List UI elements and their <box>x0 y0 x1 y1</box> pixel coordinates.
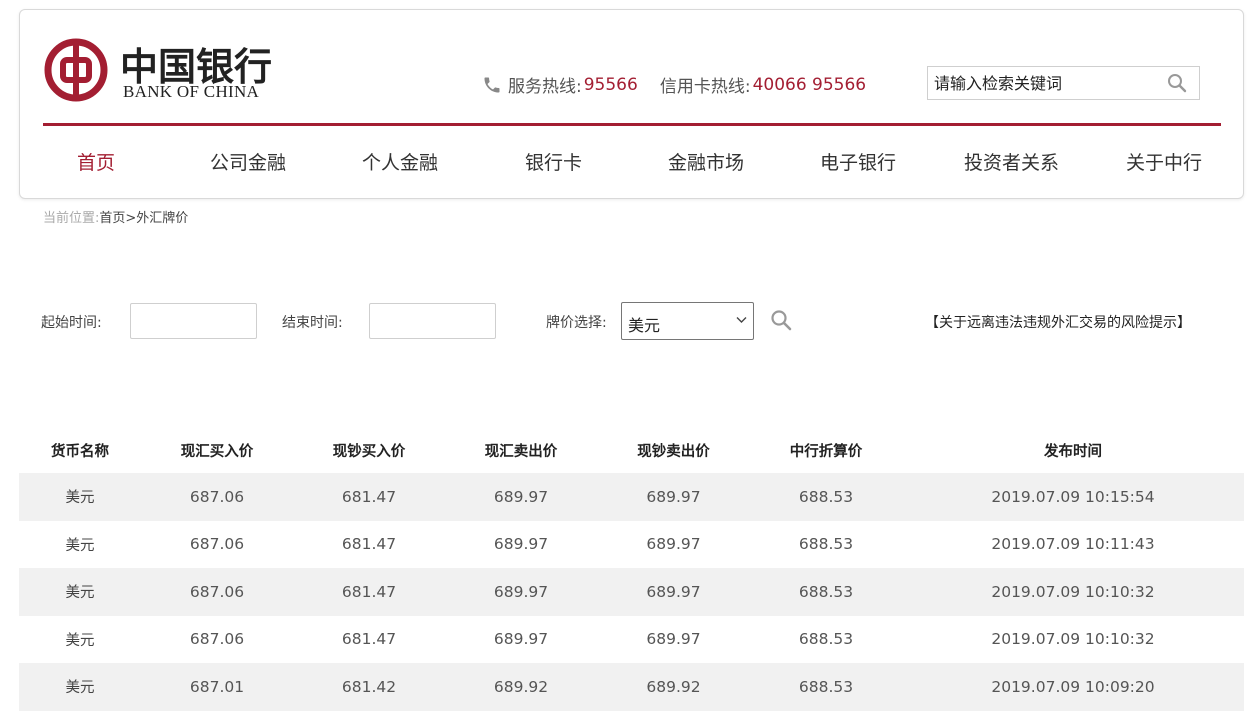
header-cash-buy: 现钞买入价 <box>332 444 406 460</box>
card-hotline-number: 40066 95566 <box>752 74 867 95</box>
cell-cash-sell: 689.97 <box>597 473 750 521</box>
cell-publish-time: 2019.07.09 10:09:20 <box>902 663 1244 711</box>
search-input[interactable] <box>928 67 1170 99</box>
cell-cash-sell: 689.97 <box>597 568 750 616</box>
cell-cash-buy: 681.42 <box>293 663 445 711</box>
cell-cash-sell: 689.97 <box>646 630 701 649</box>
cell-boc-rate: 688.53 <box>750 663 902 711</box>
cell-spot-sell: 689.97 <box>493 630 549 649</box>
cell-boc-rate: 688.53 <box>798 535 854 554</box>
cell-spot-buy: 687.06 <box>141 568 293 616</box>
cell-publish-time: 2019.07.09 10:10:32 <box>902 568 1244 616</box>
site-search <box>927 66 1200 100</box>
table-row: 美元 687.06 681.47 689.97 689.97 688.53 20… <box>19 568 1244 616</box>
nav-item-investor-relations[interactable]: 投资者关系 <box>964 148 1059 175</box>
main-nav: 首页 公司金融 个人金融 银行卡 金融市场 电子银行 投资者关系 关于中行 <box>20 148 1243 178</box>
search-icon[interactable] <box>1167 73 1187 93</box>
cell-currency: 美元 <box>65 537 95 554</box>
cell-spot-sell: 689.97 <box>445 473 597 521</box>
table-header-row: 货币名称 现汇买入价 现钞买入价 现汇卖出价 现钞卖出价 中行折算价 发布时间 <box>19 428 1244 473</box>
cell-publish-time: 2019.07.09 10:15:54 <box>902 473 1244 521</box>
cell-boc-rate: 688.53 <box>750 473 902 521</box>
breadcrumb-path[interactable]: 首页>外汇牌价 <box>99 211 188 226</box>
nav-item-bank-cards[interactable]: 银行卡 <box>525 148 582 175</box>
cell-publish-time: 2019.07.09 10:11:43 <box>991 535 1155 554</box>
exchange-rate-table: 货币名称 现汇买入价 现钞买入价 现汇卖出价 现钞卖出价 中行折算价 发布时间 … <box>19 428 1244 711</box>
header-boc-rate: 中行折算价 <box>789 444 863 460</box>
nav-item-financial-markets[interactable]: 金融市场 <box>668 148 744 175</box>
currency-select-label: 牌价选择: <box>546 315 607 331</box>
nav-item-e-banking[interactable]: 电子银行 <box>820 148 896 175</box>
breadcrumb: 当前位置:首页>外汇牌价 <box>43 207 188 226</box>
cell-cash-buy: 681.47 <box>341 535 397 554</box>
service-hotline-label: 服务热线: <box>508 77 582 97</box>
currency-select[interactable]: 美元 <box>621 302 754 340</box>
chevron-down-icon <box>736 317 747 323</box>
nav-item-home[interactable]: 首页 <box>77 148 115 175</box>
query-search-icon[interactable] <box>770 309 792 331</box>
start-time-label: 起始时间: <box>41 315 102 331</box>
phone-icon <box>484 77 500 92</box>
cell-currency: 美元 <box>65 632 95 649</box>
bank-logo[interactable]: 中国银行 BANK OF CHINA <box>44 38 284 102</box>
site-header: 中国银行 BANK OF CHINA 服务热线: 95566 信用卡热线: 40… <box>19 9 1244 199</box>
cell-currency: 美元 <box>19 473 141 521</box>
cell-boc-rate: 688.53 <box>750 568 902 616</box>
table-row: 美元 687.06 681.47 689.97 689.97 688.53 20… <box>19 473 1244 521</box>
header-divider <box>43 123 1221 126</box>
header-spot-sell: 现汇卖出价 <box>484 444 558 460</box>
cell-spot-sell: 689.92 <box>445 663 597 711</box>
cell-spot-sell: 689.97 <box>445 568 597 616</box>
cell-cash-sell: 689.97 <box>646 535 701 554</box>
cell-currency: 美元 <box>19 568 141 616</box>
currency-select-value: 美元 <box>628 316 661 335</box>
hotlines: 服务热线: 95566 信用卡热线: 40066 95566 <box>482 72 866 97</box>
cell-spot-buy: 687.06 <box>189 630 245 649</box>
cell-spot-buy: 687.01 <box>141 663 293 711</box>
card-hotline-label: 信用卡热线: <box>659 77 751 97</box>
cell-cash-buy: 681.47 <box>341 630 397 649</box>
nav-item-corporate-banking[interactable]: 公司金融 <box>210 148 286 175</box>
start-time-input[interactable] <box>130 303 257 339</box>
risk-notice-link[interactable]: 【关于远离违法违规外汇交易的风险提示】 <box>925 312 1191 332</box>
table-row: 美元 687.06 681.47 689.97 689.97 688.53 20… <box>19 616 1244 664</box>
header-spot-buy: 现汇买入价 <box>180 444 254 460</box>
table-row: 美元 687.01 681.42 689.92 689.92 688.53 20… <box>19 663 1244 711</box>
cell-spot-sell: 689.97 <box>493 535 549 554</box>
header-publish-time: 发布时间 <box>1044 444 1102 460</box>
cell-boc-rate: 688.53 <box>798 630 854 649</box>
cell-publish-time: 2019.07.09 10:10:32 <box>991 630 1155 649</box>
cell-spot-buy: 687.06 <box>141 473 293 521</box>
bank-of-china-emblem-icon <box>44 38 108 102</box>
cell-cash-buy: 681.47 <box>293 473 445 521</box>
logo-english-name: BANK OF CHINA <box>123 82 260 101</box>
nav-item-about-boc[interactable]: 关于中行 <box>1126 148 1202 175</box>
cell-spot-buy: 687.06 <box>189 535 245 554</box>
end-time-label: 结束时间: <box>282 315 343 331</box>
cell-currency: 美元 <box>19 663 141 711</box>
table-row: 美元 687.06 681.47 689.97 689.97 688.53 20… <box>19 521 1244 569</box>
end-time-input[interactable] <box>369 303 496 339</box>
cell-cash-sell: 689.92 <box>597 663 750 711</box>
service-hotline-number: 95566 <box>583 74 638 95</box>
cell-cash-buy: 681.47 <box>293 568 445 616</box>
nav-item-personal-banking[interactable]: 个人金融 <box>362 148 438 175</box>
breadcrumb-label: 当前位置: <box>43 211 100 226</box>
header-currency-name: 货币名称 <box>51 444 109 460</box>
header-cash-sell: 现钞卖出价 <box>637 444 710 460</box>
